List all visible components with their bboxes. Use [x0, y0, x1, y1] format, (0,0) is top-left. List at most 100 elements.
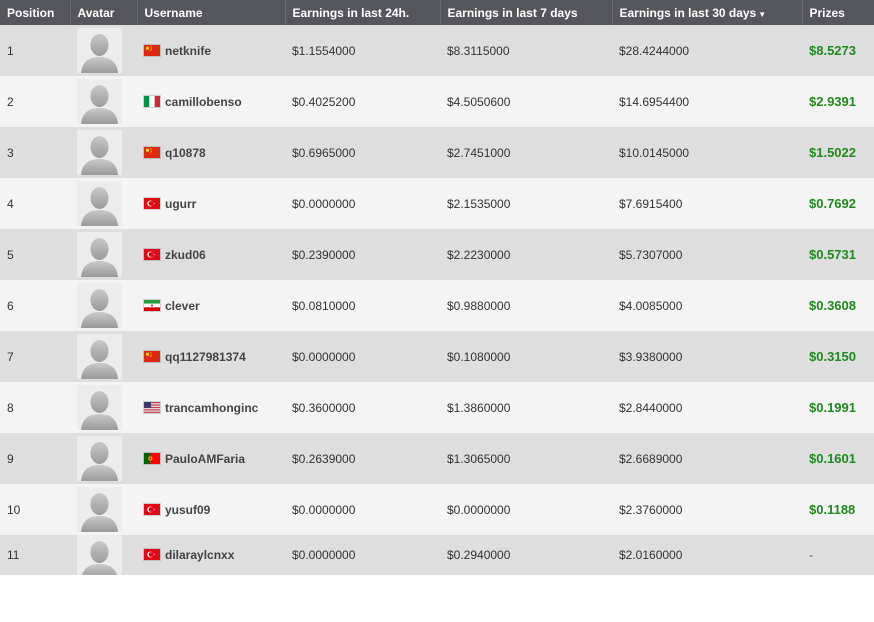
position-cell: 2 — [0, 76, 70, 127]
username-cell: netknife — [137, 25, 285, 76]
table-row: 3 q10878 $0.6965000 $2.7451000 $10.0145000 $1… — [0, 127, 874, 178]
default-user-avatar-icon[interactable] — [77, 535, 122, 575]
avatar-cell — [70, 25, 137, 76]
prize-value: $8.5273 — [809, 43, 856, 58]
avatar-cell — [70, 229, 137, 280]
earnings-30d-cell: $7.6915400 — [612, 178, 802, 229]
username-link[interactable]: ugurr — [165, 197, 196, 211]
avatar-cell — [70, 127, 137, 178]
default-user-avatar-icon[interactable] — [77, 181, 122, 226]
table-row: 10 yusuf09 $0.0000000 $0.0000000 $2.3760000 $… — [0, 484, 874, 535]
table-row: 7 qq1127981374 $0.0000000 $0.1080000 $3.9380… — [0, 331, 874, 382]
earnings-24h-cell: $0.2639000 — [285, 433, 440, 484]
username-link[interactable]: yusuf09 — [165, 503, 210, 517]
avatar-cell — [70, 178, 137, 229]
column-header-username[interactable]: Username — [137, 0, 286, 25]
earnings-7d-cell: $1.3065000 — [440, 433, 612, 484]
column-header-prizes[interactable]: Prizes — [802, 0, 874, 25]
earnings-30d-cell: $2.6689000 — [612, 433, 802, 484]
earnings-24h-cell: $0.0000000 — [285, 484, 440, 535]
prize-cell: $0.1991 — [802, 382, 874, 433]
avatar-cell — [70, 433, 137, 484]
earnings-7d-cell: $4.5050600 — [440, 76, 612, 127]
earnings-24h-cell: $0.0810000 — [285, 280, 440, 331]
turkey-flag-icon — [144, 248, 160, 260]
position-cell: 10 — [0, 484, 70, 535]
prize-cell: $1.5022 — [802, 127, 874, 178]
username-cell: clever — [137, 280, 285, 331]
avatar-cell — [70, 280, 137, 331]
username-cell: q10878 — [137, 127, 285, 178]
default-user-avatar-icon[interactable] — [77, 283, 122, 328]
username-link[interactable]: dilaraylcnxx — [165, 548, 234, 562]
username-link[interactable]: q10878 — [165, 146, 206, 160]
turkey-flag-icon — [144, 503, 160, 515]
default-user-avatar-icon[interactable] — [77, 130, 122, 175]
earnings-24h-cell: $1.1554000 — [285, 25, 440, 76]
position-cell: 11 — [0, 535, 70, 575]
earnings-24h-cell: $0.6965000 — [285, 127, 440, 178]
column-header-earnings-30d[interactable]: Earnings in last 30 days ▼ — [612, 0, 803, 25]
position-cell: 8 — [0, 382, 70, 433]
default-user-avatar-icon[interactable] — [77, 436, 122, 481]
earnings-24h-cell: $0.2390000 — [285, 229, 440, 280]
default-user-avatar-icon[interactable] — [77, 232, 122, 277]
earnings-24h-cell: $0.0000000 — [285, 178, 440, 229]
username-link[interactable]: camillobenso — [165, 95, 242, 109]
earnings-7d-cell: $1.3860000 — [440, 382, 612, 433]
earnings-24h-cell: $0.0000000 — [285, 535, 440, 575]
position-cell: 9 — [0, 433, 70, 484]
default-user-avatar-icon[interactable] — [77, 79, 122, 124]
table-row: 5 zkud06 $0.2390000 $2.2230000 $5.7307000 $0.… — [0, 229, 874, 280]
table-row: 4 ugurr $0.0000000 $2.1535000 $7.6915400 $0.7… — [0, 178, 874, 229]
prize-cell: $0.7692 — [802, 178, 874, 229]
column-header-position[interactable]: Position — [0, 0, 71, 25]
username-cell: dilaraylcnxx — [137, 535, 285, 575]
avatar-cell — [70, 484, 137, 535]
username-link[interactable]: trancamhonginc — [165, 401, 258, 415]
earnings-7d-cell: $2.1535000 — [440, 178, 612, 229]
prize-cell: $0.3608 — [802, 280, 874, 331]
sort-descending-icon: ▼ — [758, 9, 767, 19]
prize-value: $0.1188 — [809, 502, 856, 517]
earnings-30d-cell: $28.4244000 — [612, 25, 802, 76]
avatar-cell — [70, 76, 137, 127]
username-cell: yusuf09 — [137, 484, 285, 535]
prize-cell: $0.1188 — [802, 484, 874, 535]
italy-flag-icon — [144, 95, 160, 107]
column-header-earnings-7d[interactable]: Earnings in last 7 days — [440, 0, 613, 25]
earnings-30d-cell: $10.0145000 — [612, 127, 802, 178]
iran-flag-icon — [144, 299, 160, 311]
username-link[interactable]: qq1127981374 — [165, 350, 246, 364]
earnings-7d-cell: $8.3115000 — [440, 25, 612, 76]
earnings-30d-cell: $14.6954400 — [612, 76, 802, 127]
earnings-30d-cell: $4.0085000 — [612, 280, 802, 331]
default-user-avatar-icon[interactable] — [77, 385, 122, 430]
table-header-row: Position Avatar Username Earnings in las… — [0, 0, 874, 25]
username-cell: zkud06 — [137, 229, 285, 280]
earnings-7d-cell: $2.2230000 — [440, 229, 612, 280]
default-user-avatar-icon[interactable] — [77, 28, 122, 73]
earnings-30d-cell: $5.7307000 — [612, 229, 802, 280]
username-cell: camillobenso — [137, 76, 285, 127]
earnings-30d-cell: $2.8440000 — [612, 382, 802, 433]
prize-cell: $0.3150 — [802, 331, 874, 382]
column-header-earnings-24h[interactable]: Earnings in last 24h. — [285, 0, 441, 25]
username-link[interactable]: zkud06 — [165, 248, 206, 262]
username-link[interactable]: netknife — [165, 44, 211, 58]
earnings-7d-cell: $0.2940000 — [440, 535, 612, 575]
position-cell: 7 — [0, 331, 70, 382]
username-cell: trancamhonginc — [137, 382, 285, 433]
earnings-7d-cell: $0.0000000 — [440, 484, 612, 535]
default-user-avatar-icon[interactable] — [77, 334, 122, 379]
username-link[interactable]: PauloAMFaria — [165, 452, 245, 466]
earnings-30d-cell: $3.9380000 — [612, 331, 802, 382]
earnings-7d-cell: $0.1080000 — [440, 331, 612, 382]
usa-flag-icon — [144, 401, 160, 413]
turkey-flag-icon — [144, 197, 160, 209]
china-flag-icon — [144, 44, 160, 56]
position-cell: 6 — [0, 280, 70, 331]
default-user-avatar-icon[interactable] — [77, 487, 122, 532]
username-link[interactable]: clever — [165, 299, 200, 313]
username-cell: qq1127981374 — [137, 331, 285, 382]
